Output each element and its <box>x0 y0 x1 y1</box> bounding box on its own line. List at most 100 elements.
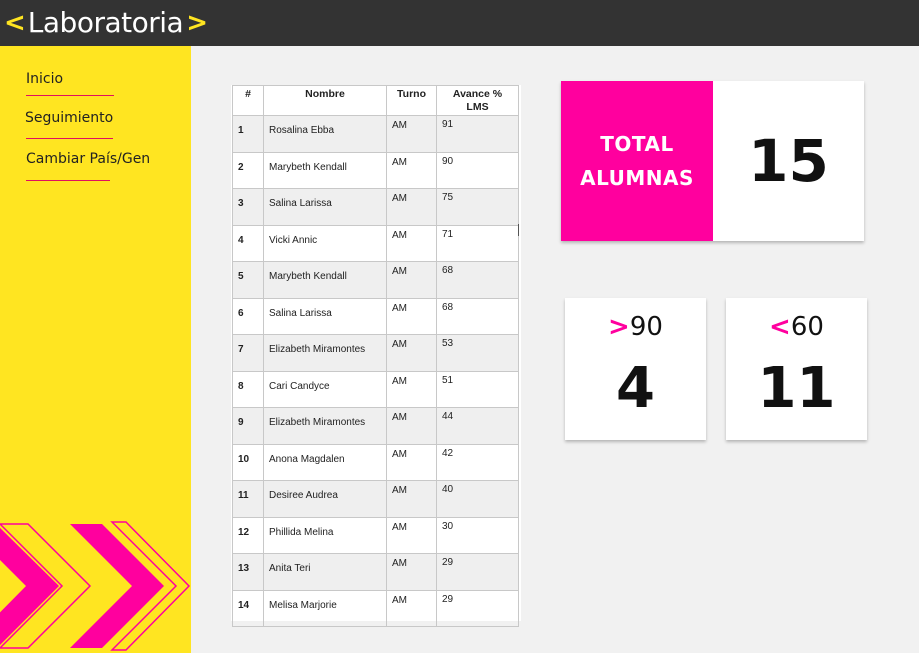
cell-number[interactable]: 6 <box>232 297 264 335</box>
cell-name[interactable]: Salina Larissa <box>263 297 387 335</box>
cell-number[interactable]: 2 <box>232 151 264 189</box>
below-60-card: <60 11 <box>726 298 867 440</box>
cell-turn[interactable]: AM <box>386 224 437 262</box>
cell-name[interactable]: Vicki Annic <box>263 224 387 262</box>
cell-progress[interactable]: 90 <box>436 151 519 189</box>
sidebar: Inicio Seguimiento Cambiar País/Gen <box>0 46 191 653</box>
cell-number[interactable]: 9 <box>232 407 264 445</box>
cell-number[interactable]: 13 <box>232 553 264 591</box>
greater-than-symbol: > <box>608 312 630 342</box>
sidebar-item-underline <box>26 180 110 181</box>
cell-name[interactable]: Elizabeth Miramontes <box>263 407 387 445</box>
table-row[interactable]: 13 Anita Teri AM 29 <box>232 553 519 591</box>
cell-turn[interactable]: AM <box>386 188 437 226</box>
sidebar-item-seguimiento[interactable]: Seguimiento <box>0 108 191 139</box>
students-table: # Nombre Turno Avance % LMS 1 Rosalina Eb… <box>232 85 519 627</box>
cell-name[interactable]: Marybeth Kendall <box>263 261 387 299</box>
below-count: 11 <box>757 356 836 421</box>
table-row[interactable]: 14 Melisa Marjorie AM 29 <box>232 589 519 627</box>
cell-name[interactable]: Phillida Melina <box>263 516 387 554</box>
cell-name[interactable]: Marybeth Kendall <box>263 151 387 189</box>
column-header-number[interactable]: # <box>232 85 264 116</box>
cell-name[interactable]: Rosalina Ebba <box>263 115 387 153</box>
cell-number[interactable]: 12 <box>232 516 264 554</box>
cell-name[interactable]: Anona Magdalen <box>263 443 387 481</box>
cell-progress[interactable]: 75 <box>436 188 519 226</box>
cell-progress[interactable]: 29 <box>436 589 519 627</box>
total-students-card: TOTAL ALUMNAS 15 <box>561 81 864 241</box>
sidebar-item-label: Inicio <box>26 71 64 87</box>
cell-progress[interactable]: 68 <box>436 261 519 299</box>
cell-progress[interactable]: 68 <box>436 297 519 335</box>
cell-number[interactable]: 14 <box>232 589 264 627</box>
cell-turn[interactable]: AM <box>386 334 437 372</box>
cell-progress[interactable]: 30 <box>436 516 519 554</box>
total-label-line1: TOTAL <box>600 132 674 156</box>
above-count: 4 <box>616 356 655 421</box>
total-value: 15 <box>748 127 829 195</box>
logo-right-chevron: > <box>186 8 208 38</box>
column-header-turn[interactable]: Turno <box>386 85 437 116</box>
column-header-progress[interactable]: Avance % LMS <box>436 85 519 116</box>
cell-turn[interactable]: AM <box>386 553 437 591</box>
table-row[interactable]: 11 Desiree Audrea AM 40 <box>232 480 519 518</box>
cell-turn[interactable]: AM <box>386 261 437 299</box>
cell-name[interactable]: Elizabeth Miramontes <box>263 334 387 372</box>
table-row[interactable]: 4 Vicki Annic AM 71 <box>232 224 519 262</box>
cell-number[interactable]: 8 <box>232 370 264 408</box>
cell-number[interactable]: 4 <box>232 224 264 262</box>
cell-turn[interactable]: AM <box>386 480 437 518</box>
cell-progress[interactable]: 53 <box>436 334 519 372</box>
sidebar-item-underline <box>26 95 114 96</box>
cell-turn[interactable]: AM <box>386 151 437 189</box>
cell-name[interactable]: Desiree Audrea <box>263 480 387 518</box>
less-than-symbol: < <box>769 312 791 342</box>
below-threshold-value: 60 <box>790 312 824 342</box>
cell-progress[interactable]: 42 <box>436 443 519 481</box>
cell-progress[interactable]: 29 <box>436 553 519 591</box>
cell-name[interactable]: Melisa Marjorie <box>263 589 387 627</box>
cell-name[interactable]: Salina Larissa <box>263 188 387 226</box>
cell-turn[interactable]: AM <box>386 443 437 481</box>
cell-progress[interactable]: 71 <box>436 224 519 262</box>
table-row[interactable]: 8 Cari Candyce AM 51 <box>232 370 519 408</box>
laboratoria-logo[interactable]: < Laboratoria > <box>4 3 208 43</box>
table-row[interactable]: 5 Marybeth Kendall AM 68 <box>232 261 519 299</box>
table-row[interactable]: 1 Rosalina Ebba AM 91 <box>232 115 519 153</box>
cell-progress[interactable]: 91 <box>436 115 519 153</box>
table-row[interactable]: 9 Elizabeth Miramontes AM 44 <box>232 407 519 445</box>
cell-number[interactable]: 7 <box>232 334 264 372</box>
sidebar-item-label: Cambiar País/Gen <box>26 151 151 167</box>
column-header-name[interactable]: Nombre <box>263 85 387 116</box>
table-row[interactable]: 2 Marybeth Kendall AM 90 <box>232 151 519 189</box>
cell-progress[interactable]: 51 <box>436 370 519 408</box>
cell-name[interactable]: Anita Teri <box>263 553 387 591</box>
sidebar-item-inicio[interactable]: Inicio <box>0 69 191 99</box>
cell-number[interactable]: 11 <box>232 480 264 518</box>
above-90-card: >90 4 <box>565 298 706 440</box>
cell-turn[interactable]: AM <box>386 370 437 408</box>
cell-turn[interactable]: AM <box>386 516 437 554</box>
table-row[interactable]: 3 Salina Larissa AM 75 <box>232 188 519 226</box>
cell-number[interactable]: 5 <box>232 261 264 299</box>
cell-turn[interactable]: AM <box>386 115 437 153</box>
cell-progress[interactable]: 40 <box>436 480 519 518</box>
sidebar-item-underline <box>26 138 113 139</box>
cell-name[interactable]: Cari Candyce <box>263 370 387 408</box>
cell-number[interactable]: 1 <box>232 115 264 153</box>
cell-number[interactable]: 3 <box>232 188 264 226</box>
sidebar-item-cambiar-pais[interactable]: Cambiar País/Gen <box>0 149 191 181</box>
table-row[interactable]: 10 Anona Magdalen AM 42 <box>232 443 519 481</box>
students-table-panel: # Nombre Turno Avance % LMS 1 Rosalina Eb… <box>231 85 521 627</box>
cell-number[interactable]: 10 <box>232 443 264 481</box>
cell-progress[interactable]: 44 <box>436 407 519 445</box>
table-row[interactable]: 12 Phillida Melina AM 30 <box>232 516 519 554</box>
table-row[interactable]: 7 Elizabeth Miramontes AM 53 <box>232 334 519 372</box>
table-row[interactable]: 6 Salina Larissa AM 68 <box>232 297 519 335</box>
cell-turn[interactable]: AM <box>386 589 437 627</box>
cell-turn[interactable]: AM <box>386 297 437 335</box>
top-bar: < Laboratoria > <box>0 0 919 46</box>
above-threshold-label: >90 <box>565 312 706 342</box>
above-threshold-value: 90 <box>629 312 663 342</box>
cell-turn[interactable]: AM <box>386 407 437 445</box>
